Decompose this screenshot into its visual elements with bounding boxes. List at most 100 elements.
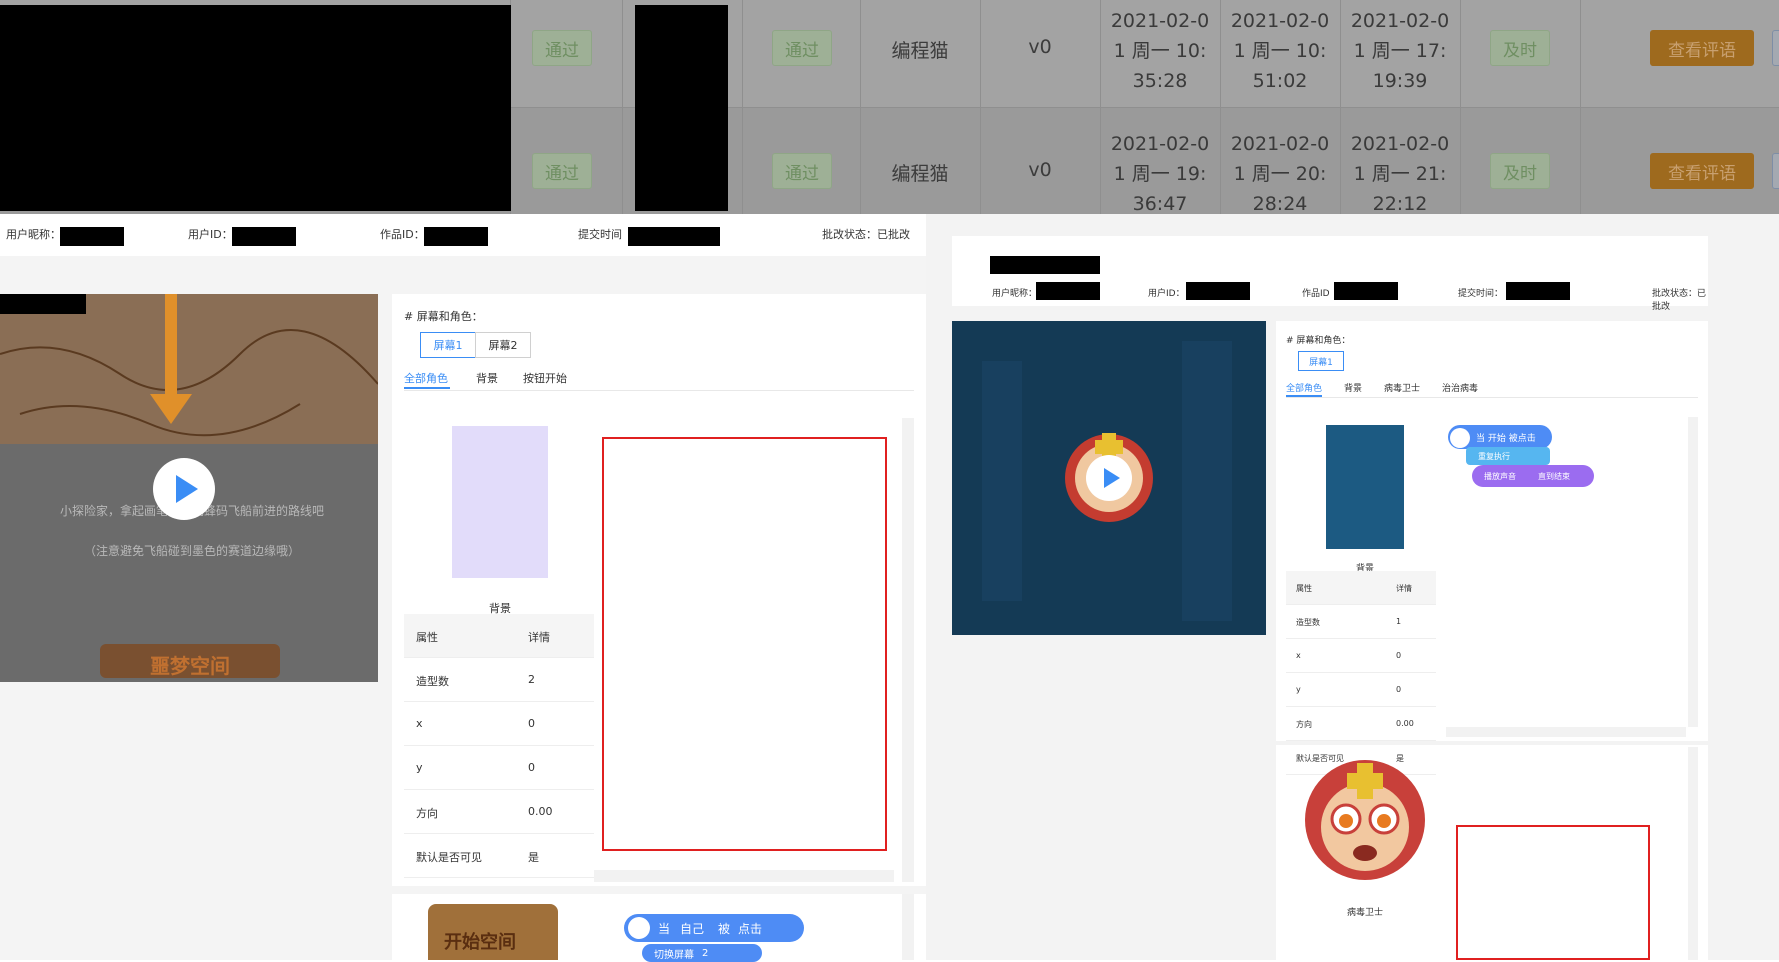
tab-cure-virus[interactable]: 治治病毒 [1442,381,1478,394]
tab-screen-2[interactable]: 屏幕2 [475,332,531,358]
version-cell: v0 [1028,159,1052,181]
submit-time-label: 提交时间 [578,228,622,241]
code-area-highlight [1456,825,1650,960]
view-comment-button[interactable]: 查看评语 [1650,153,1754,189]
tab-virus-guard[interactable]: 病毒卫士 [1384,381,1420,394]
sprite-caption: 病毒卫士 [1346,908,1383,918]
prop-value: 0.00 [528,805,553,818]
prop-value: 0.00 [1396,719,1414,728]
redacted-block [1186,282,1250,300]
props-header: 属性 详情 [1286,571,1436,605]
video-caption: （注意避免飞船碰到墨色的赛道边缘哦） [83,544,300,558]
tab-screen-1[interactable]: 屏幕1 [1298,351,1344,371]
col-divider [1580,0,1581,214]
sprite-label: 开始空间 [444,932,516,953]
redacted-block [1334,282,1398,300]
vertical-scrollbar[interactable] [902,894,914,960]
block-text: 被 [718,921,731,936]
tab-all-sprites[interactable]: 全部角色 [1286,381,1322,394]
prop-row: 默认是否可见 是 [404,834,594,878]
play-button[interactable] [1086,455,1132,501]
redacted-block [990,256,1100,274]
sprite-thumbnail[interactable] [452,426,548,578]
vertical-scrollbar[interactable] [902,418,914,882]
prop-value: 0 [1396,685,1402,694]
tab-background[interactable]: 背景 [476,370,498,386]
screens-and-sprites-card: # 屏幕和角色： 屏幕1 屏幕2 全部角色 背景 按钮开始 背景 属性 详情 造… [392,294,926,962]
prop-key: 方向 [1296,720,1312,729]
prop-row: y 0 [1286,673,1436,707]
tab-screen-1[interactable]: 屏幕1 [420,332,476,358]
prop-value: 2 [528,673,535,686]
status-badge: 通过 [772,30,832,66]
work-id-label: 作品ID： [380,228,425,241]
time-cell: 2021-02-0 1 周一 10: 51:02 [1230,10,1330,92]
horizontal-scrollbar[interactable] [594,870,894,882]
prop-row: 方向 0.00 [404,790,594,834]
sprite-thumbnail[interactable] [1326,425,1404,549]
row-action-button[interactable] [1772,30,1779,66]
action-block: 切换屏幕 2 [642,944,762,962]
block-text: 直到结束 [1538,471,1570,481]
status-badge: 通过 [532,30,592,66]
props-header-key: 属性 [1296,584,1312,593]
prop-row: y 0 [404,746,594,790]
tab-background[interactable]: 背景 [1344,381,1362,394]
user-id-label: 用户ID： [188,228,233,241]
section-title: # 屏幕和角色： [404,310,483,323]
tab-start-button[interactable]: 按钮开始 [523,370,567,386]
block-text: 自己 [680,921,705,936]
block-text: 当 开始 被点击 [1476,433,1536,444]
video-logo: 噩梦空间 [150,654,230,678]
nickname-label: 用户昵称： [992,289,1038,299]
work-info-bar: 用户昵称： 用户ID： 作品ID： 提交时间 批改状态：已批改 [0,214,926,256]
prop-row: 造型数 2 [404,658,594,702]
play-button[interactable] [153,458,215,520]
work-info-bar: 用户昵称： 用户ID： 作品ID 提交时间： 批改状态：已批改 [952,236,1708,312]
block-text: 点击 [738,921,763,936]
left-work-detail: 用户昵称： 用户ID： 作品ID： 提交时间 批改状态：已批改 小探险家，拿起画… [0,214,926,962]
vertical-scrollbar[interactable] [1688,747,1698,960]
prop-key: 默认是否可见 [416,851,482,864]
prop-key: 造型数 [416,675,449,688]
redacted-block [424,227,488,246]
view-comment-button[interactable]: 查看评语 [1650,30,1754,66]
redacted-block [0,5,511,211]
prop-value: 是 [528,851,539,864]
divider [404,390,914,391]
timely-badge: 及时 [1490,153,1550,189]
redacted-block [232,227,296,246]
vertical-scrollbar[interactable] [1688,417,1698,727]
video-player[interactable]: 小探险家，拿起画笔，绘制蜂码飞船前进的路线吧 （注意避免飞船碰到墨色的赛道边缘哦… [0,294,378,682]
time-cell: 2021-02-0 1 周一 21: 22:12 [1350,133,1450,214]
prop-row: 造型数 1 [1286,605,1436,639]
block-text: 重复执行 [1478,451,1510,461]
time-cell: 2021-02-0 1 周一 20: 28:24 [1230,133,1330,214]
redacted-block [60,227,124,246]
user-id-label: 用户ID： [1148,289,1185,299]
section-title: # 屏幕和角色： [1286,336,1351,346]
play-icon [1103,468,1120,488]
col-divider [742,0,743,214]
props-header-key: 属性 [416,631,438,644]
prop-value: 1 [1396,617,1402,626]
block-text: 切换屏幕 [654,949,694,961]
video-player[interactable] [952,321,1266,635]
virus-guard-sprite[interactable] [1302,757,1428,883]
col-divider [980,0,981,214]
time-cell: 2021-02-0 1 周一 17: 19:39 [1350,10,1450,92]
horizontal-scrollbar[interactable] [1446,727,1686,737]
prop-row: x 0 [1286,639,1436,673]
version-cell: v0 [1028,36,1052,58]
row-action-button[interactable] [1772,153,1779,189]
prop-key: x [416,717,423,730]
block-text: 2 [702,947,709,959]
event-block: 当 自己 被 点击 [624,914,804,942]
prop-key: 造型数 [1296,618,1320,627]
block-text: 当 [658,921,671,936]
redacted-block [1036,282,1100,300]
tab-all-sprites[interactable]: 全部角色 [404,370,448,386]
divider [1286,397,1698,398]
prop-row: 方向 0.00 [1286,707,1436,741]
sprite-thumbnail[interactable]: 开始空间 [428,904,558,960]
